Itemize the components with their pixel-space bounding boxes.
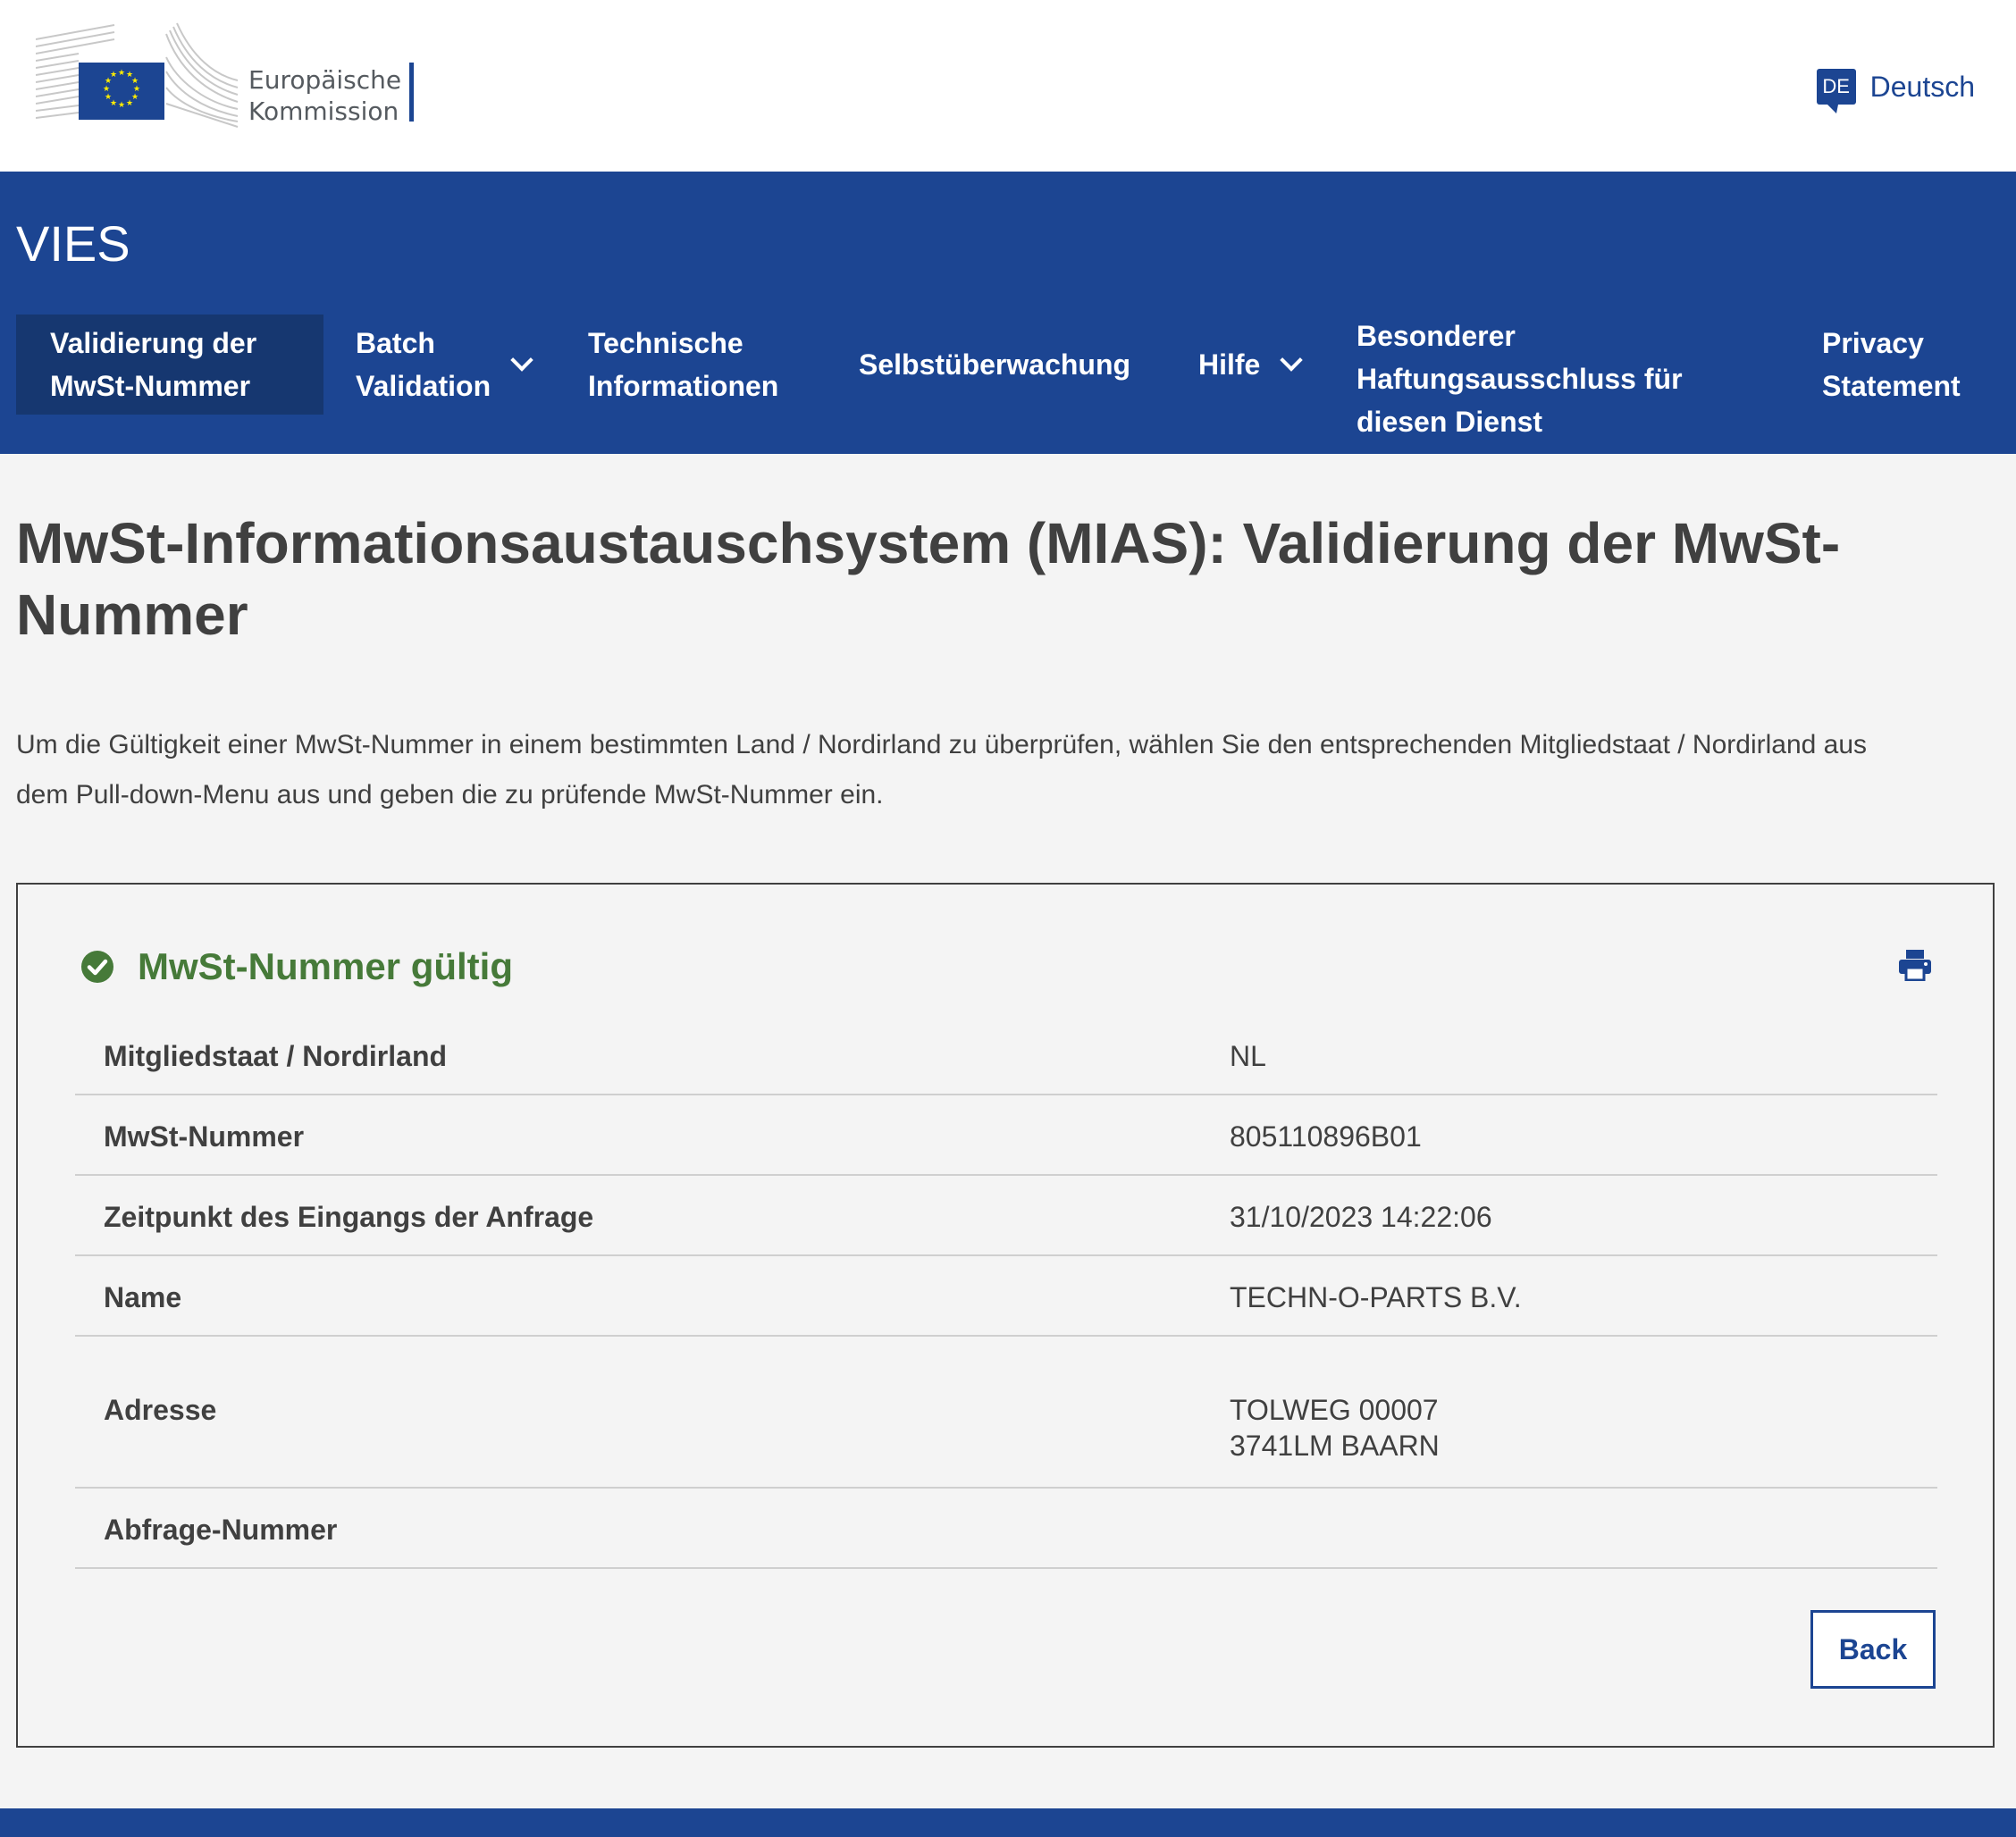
nav-item-label: Hilfe (1198, 348, 1261, 381)
svg-text:★: ★ (126, 99, 133, 108)
row-label: Name (104, 1281, 182, 1313)
svg-text:★: ★ (118, 101, 125, 110)
nav-item-label: diesen Dienst (1357, 406, 1543, 438)
nav-item-validierung[interactable]: Validierung der MwSt-Nummer (16, 315, 323, 415)
main-navigation: Validierung der MwSt-Nummer Batch Valida… (0, 315, 2016, 454)
nav-item-label: Technische (588, 327, 743, 359)
nav-item-label: Haftungsausschluss für (1357, 363, 1683, 395)
language-label: Deutsch (1869, 70, 1975, 103)
table-row: Adresse TOLWEG 00007 3741LM BAARN (75, 1337, 1937, 1489)
back-button[interactable]: Back (1810, 1610, 1936, 1689)
table-row: Zeitpunkt des Eingangs der Anfrage 31/10… (75, 1176, 1937, 1256)
svg-text:★: ★ (103, 85, 110, 94)
result-table: Mitgliedstaat / Nordirland NL MwSt-Numme… (75, 1033, 1937, 1569)
eu-logo-graphic: ★ ★★ ★★★ ★★★ ★★★ (35, 22, 239, 128)
row-label: Adresse (104, 1394, 217, 1426)
logo-line-2: Kommission (248, 96, 399, 126)
footer-bar (0, 1808, 2016, 1837)
row-value: TECHN-O-PARTS B.V. (1230, 1281, 1522, 1313)
row-value: 805110896B01 (1230, 1120, 1422, 1153)
svg-text:★: ★ (118, 69, 125, 78)
row-label: Abfrage-Nummer (104, 1514, 338, 1546)
nav-item-label: Validation (356, 370, 491, 402)
nav-item-technische-informationen[interactable]: Technische Informationen (588, 315, 778, 415)
validation-result-card: MwSt-Nummer gültig Mitgliedstaat / Nordi… (16, 883, 1995, 1748)
logo-text: Europäische Kommission (248, 64, 401, 127)
nav-item-batch-validation[interactable]: Batch Validation (356, 315, 533, 415)
intro-line-1: Um die Gültigkeit einer MwSt-Nummer in e… (16, 730, 1868, 759)
page-title: MwSt-Informationsaustauschsystem (MIAS):… (16, 507, 1982, 650)
nav-item-label: Informationen (588, 370, 779, 402)
address-line-2: 3741LM BAARN (1230, 1430, 1440, 1462)
speech-bubble-icon: DE (1816, 69, 1856, 113)
intro-text: Um die Gültigkeit einer MwSt-Nummer in e… (16, 720, 2009, 820)
nav-item-label: MwSt-Nummer (50, 370, 251, 402)
table-row: Abfrage-Nummer (75, 1489, 1937, 1569)
svg-text:★: ★ (105, 93, 112, 102)
nav-item-hilfe[interactable]: Hilfe (1198, 315, 1304, 415)
top-header: ★ ★ ★ ★ ★ ★ ★ ★ ★ ★ ★ ★ Europäische Kommission D… (0, 0, 2016, 172)
nav-item-label: Besonderer (1357, 320, 1516, 352)
nav-item-label: Validierung der (50, 327, 257, 359)
printer-icon[interactable] (1898, 949, 1932, 981)
svg-text:★: ★ (110, 71, 117, 80)
table-row: MwSt-Nummer 805110896B01 (75, 1095, 1937, 1176)
chevron-down-icon (510, 348, 533, 372)
row-value: NL (1230, 1040, 1266, 1072)
check-circle-icon (81, 951, 113, 983)
status-text: MwSt-Nummer gültig (138, 945, 513, 987)
chevron-down-icon (1280, 348, 1304, 372)
logo-line-1: Europäische (248, 65, 402, 95)
nav-item-privacy-statement[interactable]: Privacy Statement (1822, 315, 1961, 415)
nav-item-label: Statement (1822, 370, 1961, 402)
page-title-line-2: Nummer (16, 583, 248, 647)
address-line-1: TOLWEG 00007 (1230, 1394, 1439, 1426)
nav-item-selbstueberwachung[interactable]: Selbstüberwachung (859, 315, 1130, 415)
page-title-line-1: MwSt-Informationsaustauschsystem (MIAS):… (16, 511, 1841, 575)
logo-divider (409, 63, 414, 122)
language-selector[interactable]: DE Deutsch (1816, 64, 1975, 113)
nav-item-label: Selbstüberwachung (859, 348, 1131, 381)
table-row: Name TECHN-O-PARTS B.V. (75, 1256, 1937, 1337)
table-row: Mitgliedstaat / Nordirland NL (75, 1033, 1937, 1095)
row-value: 31/10/2023 14:22:06 (1230, 1201, 1492, 1233)
intro-line-2: dem Pull-down-Menu aus und geben die zu … (16, 780, 884, 809)
row-label: Mitgliedstaat / Nordirland (104, 1040, 448, 1072)
row-label: MwSt-Nummer (104, 1120, 305, 1153)
nav-item-label: Batch (356, 327, 435, 359)
site-header: VIES Validierung der MwSt-Nummer Batch V… (0, 172, 2016, 454)
site-name[interactable]: VIES (16, 214, 130, 273)
nav-item-haftungsausschluss[interactable]: Besonderer Haftungsausschluss für diesen… (1357, 315, 1683, 454)
row-label: Zeitpunkt des Eingangs der Anfrage (104, 1201, 594, 1233)
nav-item-label: Privacy (1822, 327, 1924, 359)
validation-status: MwSt-Nummer gültig (80, 945, 513, 988)
row-value: TOLWEG 00007 3741LM BAARN (1230, 1392, 1440, 1464)
